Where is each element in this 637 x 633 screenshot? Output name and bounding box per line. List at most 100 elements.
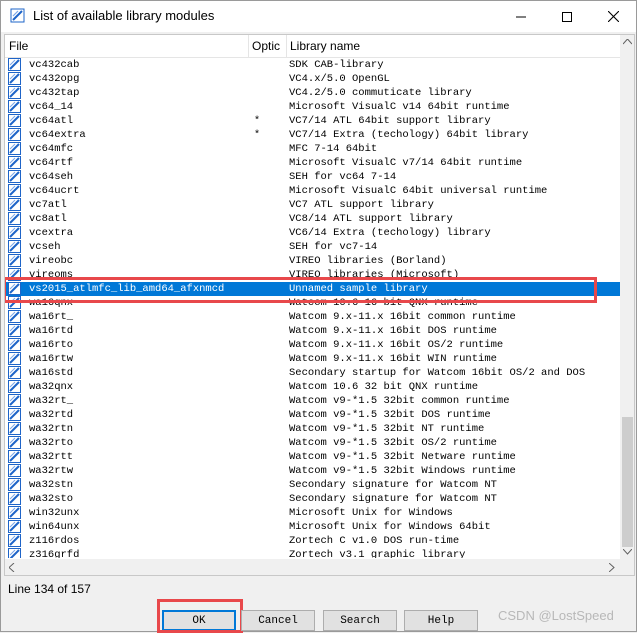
scroll-left-icon[interactable] bbox=[9, 563, 15, 572]
file-cell: vc64extra bbox=[29, 129, 86, 141]
scroll-up-icon[interactable] bbox=[623, 39, 632, 45]
library-name-cell: Secondary signature for Watcom NT bbox=[289, 493, 497, 505]
list-item[interactable]: vcseh SEH for vc7-14 bbox=[5, 240, 620, 254]
list-item[interactable]: wa32rtt Watcom v9-*1.5 32bit Netware runt… bbox=[5, 450, 620, 464]
optional-cell: * bbox=[253, 115, 261, 127]
horizontal-scrollbar[interactable] bbox=[5, 559, 620, 575]
library-file-icon bbox=[8, 366, 21, 379]
library-file-icon bbox=[8, 338, 21, 351]
list-item[interactable]: win32unx Microsoft Unix for Windows bbox=[5, 506, 620, 520]
file-cell: wa32rtt bbox=[29, 451, 74, 463]
file-cell: wa32rto bbox=[29, 437, 74, 449]
list-item[interactable]: wa16std Secondary startup for Watcom 16bi… bbox=[5, 366, 620, 380]
vertical-scrollbar[interactable] bbox=[620, 35, 634, 559]
list-item[interactable]: wa16rt_ Watcom 9.x-11.x 16bit common runt… bbox=[5, 310, 620, 324]
list-rows: vc432cab SDK CAB-library vc432opg VC4.x/5.0… bbox=[5, 58, 620, 558]
list-item[interactable]: win64unx Microsoft Unix for Windows 64bit bbox=[5, 520, 620, 534]
library-file-icon bbox=[8, 310, 21, 323]
list-item-selected[interactable]: vs2015_atlmfc_lib_amd64_afxnmcd Unnamed s… bbox=[5, 282, 620, 296]
library-file-icon bbox=[8, 324, 21, 337]
library-file-icon bbox=[8, 184, 21, 197]
file-cell: vc432opg bbox=[29, 73, 80, 85]
list-item[interactable]: wa32stn Secondary signature for Watcom NT bbox=[5, 478, 620, 492]
list-item[interactable]: vc64extra * VC7/14 Extra (techology) 64bit… bbox=[5, 128, 620, 142]
scroll-corner bbox=[620, 559, 634, 575]
library-name-cell: Watcom 10.6 16 bit QNX runtime bbox=[289, 297, 479, 309]
list-item[interactable]: vc64atl * VC7/14 ATL 64bit support library bbox=[5, 114, 620, 128]
library-file-icon bbox=[8, 212, 21, 225]
library-list[interactable]: File Optic Library name vc432cab SDK CAB-… bbox=[4, 34, 635, 576]
list-item[interactable]: wa32rto Watcom v9-*1.5 32bit OS/2 runtime bbox=[5, 436, 620, 450]
list-item[interactable]: vc7atl VC7 ATL support library bbox=[5, 198, 620, 212]
list-item[interactable]: vc432opg VC4.x/5.0 OpenGL bbox=[5, 72, 620, 86]
title-bar[interactable]: List of available library modules bbox=[1, 1, 636, 32]
column-separator[interactable] bbox=[286, 35, 287, 57]
list-item[interactable]: wa32rtd Watcom v9-*1.5 32bit DOS runtime bbox=[5, 408, 620, 422]
list-item[interactable]: vcextra VC6/14 Extra (techology) library bbox=[5, 226, 620, 240]
list-item[interactable]: wa16rto Watcom 9.x-11.x 16bit OS/2 runtim… bbox=[5, 338, 620, 352]
list-item[interactable]: wa16rtd Watcom 9.x-11.x 16bit DOS runtime bbox=[5, 324, 620, 338]
list-item[interactable]: vc64mfc MFC 7-14 64bit bbox=[5, 142, 620, 156]
column-library-name[interactable]: Library name bbox=[290, 39, 360, 53]
list-item[interactable]: vc8atl VC8/14 ATL support library bbox=[5, 212, 620, 226]
ok-button[interactable]: OK bbox=[162, 610, 236, 631]
library-name-cell: VC7 ATL support library bbox=[289, 199, 434, 211]
library-name-cell: VC7/14 Extra (techology) 64bit library bbox=[289, 129, 529, 141]
library-file-icon bbox=[8, 156, 21, 169]
list-item[interactable]: wa32qnx Watcom 10.6 32 bit QNX runtime bbox=[5, 380, 620, 394]
column-file[interactable]: File bbox=[9, 39, 28, 53]
library-name-cell: SDK CAB-library bbox=[289, 59, 384, 71]
list-item[interactable]: vc64rtf Microsoft VisualC v7/14 64bit run… bbox=[5, 156, 620, 170]
list-item[interactable]: vireobc VIREO libraries (Borland) bbox=[5, 254, 620, 268]
scroll-right-icon[interactable] bbox=[609, 563, 615, 572]
file-cell: vireoms bbox=[29, 269, 74, 281]
library-name-cell: VC4.x/5.0 OpenGL bbox=[289, 73, 390, 85]
scroll-down-icon[interactable] bbox=[623, 549, 632, 555]
library-name-cell: Watcom 9.x-11.x 16bit OS/2 runtime bbox=[289, 339, 504, 351]
list-item[interactable]: wa32rtw Watcom v9-*1.5 32bit Windows runt… bbox=[5, 464, 620, 478]
scroll-thumb[interactable] bbox=[622, 417, 633, 547]
list-item[interactable]: wa32rt_ Watcom v9-*1.5 32bit common runti… bbox=[5, 394, 620, 408]
list-item[interactable]: z316grfd Zortech v3.1 graphic library bbox=[5, 548, 620, 558]
minimize-button[interactable] bbox=[498, 1, 544, 32]
file-cell: win32unx bbox=[29, 507, 80, 519]
library-file-icon bbox=[8, 58, 21, 71]
list-item[interactable]: wa32sto Secondary signature for Watcom NT bbox=[5, 492, 620, 506]
help-button[interactable]: Help bbox=[404, 610, 478, 631]
library-file-icon bbox=[8, 506, 21, 519]
list-item[interactable]: vireoms VIREO libraries (Microsoft) bbox=[5, 268, 620, 282]
file-cell: wa32sto bbox=[29, 493, 74, 505]
file-cell: vc64rtf bbox=[29, 157, 74, 169]
list-item[interactable]: vc64ucrt Microsoft VisualC 64bit universa… bbox=[5, 184, 620, 198]
library-name-cell: MFC 7-14 64bit bbox=[289, 143, 378, 155]
app-icon bbox=[10, 8, 25, 23]
file-cell: vc432cab bbox=[29, 59, 80, 71]
list-item[interactable]: wa16qnx Watcom 10.6 16 bit QNX runtime bbox=[5, 296, 620, 310]
list-item[interactable]: vc64seh SEH for vc64 7-14 bbox=[5, 170, 620, 184]
list-item[interactable]: vc432cab SDK CAB-library bbox=[5, 58, 620, 72]
library-name-cell: VIREO libraries (Borland) bbox=[289, 255, 447, 267]
library-name-cell: SEH for vc7-14 bbox=[289, 241, 378, 253]
list-item[interactable]: wa16rtw Watcom 9.x-11.x 16bit WIN runtime bbox=[5, 352, 620, 366]
library-name-cell: Watcom 9.x-11.x 16bit common runtime bbox=[289, 311, 516, 323]
library-file-icon bbox=[8, 198, 21, 211]
column-optional[interactable]: Optic bbox=[252, 39, 286, 53]
library-file-icon bbox=[8, 268, 21, 281]
dialog-window: List of available library modules File O… bbox=[0, 0, 637, 633]
file-cell: vc7atl bbox=[29, 199, 67, 211]
file-cell: vc64ucrt bbox=[29, 185, 80, 197]
list-item[interactable]: vc64_14 Microsoft VisualC v14 64bit runti… bbox=[5, 100, 620, 114]
file-cell: wa16rto bbox=[29, 339, 74, 351]
maximize-button[interactable] bbox=[544, 1, 590, 32]
close-button[interactable] bbox=[590, 1, 636, 32]
library-name-cell: VC8/14 ATL support library bbox=[289, 213, 453, 225]
list-item[interactable]: vc432tap VC4.2/5.0 commuticate library bbox=[5, 86, 620, 100]
library-file-icon bbox=[8, 114, 21, 127]
list-item[interactable]: z116rdos Zortech C v1.0 DOS run-time bbox=[5, 534, 620, 548]
column-separator[interactable] bbox=[248, 35, 249, 57]
library-file-icon bbox=[8, 72, 21, 85]
cancel-button[interactable]: Cancel bbox=[241, 610, 315, 631]
search-button[interactable]: Search bbox=[323, 610, 397, 631]
list-item[interactable]: wa32rtn Watcom v9-*1.5 32bit NT runtime bbox=[5, 422, 620, 436]
library-file-icon bbox=[8, 296, 21, 309]
